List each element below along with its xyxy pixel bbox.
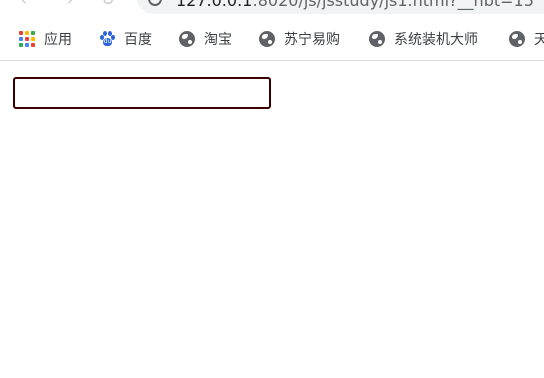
apps-grid-dot: [31, 31, 35, 35]
bookmarks-bar: 应用 du 百度 淘宝 苏宁易购 系统装机大师 天: [0, 18, 544, 61]
back-icon[interactable]: ‹: [14, 0, 34, 10]
address-bar-url[interactable]: 127.0.0.1:8020/js/jsstudy/js1.html?__hbt…: [176, 0, 534, 10]
globe-icon: [509, 31, 525, 47]
apps-grid-dot: [31, 37, 35, 41]
site-info-icon[interactable]: [148, 0, 162, 6]
apps-grid-dot: [25, 43, 29, 47]
bookmark-xitong[interactable]: 系统装机大师: [369, 29, 478, 49]
url-host: 127.0.0.1: [176, 0, 253, 10]
globe-icon: [179, 31, 195, 47]
bookmark-baidu[interactable]: du 百度: [99, 29, 152, 49]
apps-grid-dot: [25, 31, 29, 35]
baidu-icon-text: du: [103, 38, 112, 46]
bookmark-label: 应用: [44, 32, 72, 48]
forward-icon[interactable]: ›: [60, 0, 80, 10]
apps-grid-dot: [19, 37, 23, 41]
apps-grid-icon: [19, 31, 35, 47]
bookmark-label: 苏宁易购: [284, 32, 340, 48]
bookmark-taobao[interactable]: 淘宝: [179, 29, 232, 49]
apps-grid-dot: [19, 31, 23, 35]
bookmark-label: 淘宝: [204, 32, 232, 48]
bookmark-suning[interactable]: 苏宁易购: [259, 29, 340, 49]
apps-grid-dot: [31, 43, 35, 47]
globe-icon: [259, 31, 275, 47]
address-bar[interactable]: 127.0.0.1:8020/js/jsstudy/js1.html?__hbt…: [136, 0, 544, 14]
apps-grid-dot: [19, 43, 23, 47]
text-input[interactable]: [13, 77, 271, 109]
globe-icon: [369, 31, 385, 47]
bookmark-tian[interactable]: 天: [509, 29, 544, 49]
bookmark-label: 天: [534, 32, 544, 48]
reload-icon[interactable]: ↻: [98, 0, 118, 10]
bookmark-label: 系统装机大师: [394, 32, 478, 48]
url-path: :8020/js/jsstudy/js1.html?__hbt=15: [252, 0, 534, 10]
bookmark-label: 百度: [124, 32, 152, 48]
browser-toolbar: ‹ › ↻ 127.0.0.1:8020/js/jsstudy/js1.html…: [0, 0, 544, 18]
baidu-paw-icon: du: [99, 31, 115, 47]
apps-grid-dot: [25, 37, 29, 41]
bookmark-apps[interactable]: 应用: [19, 29, 72, 49]
